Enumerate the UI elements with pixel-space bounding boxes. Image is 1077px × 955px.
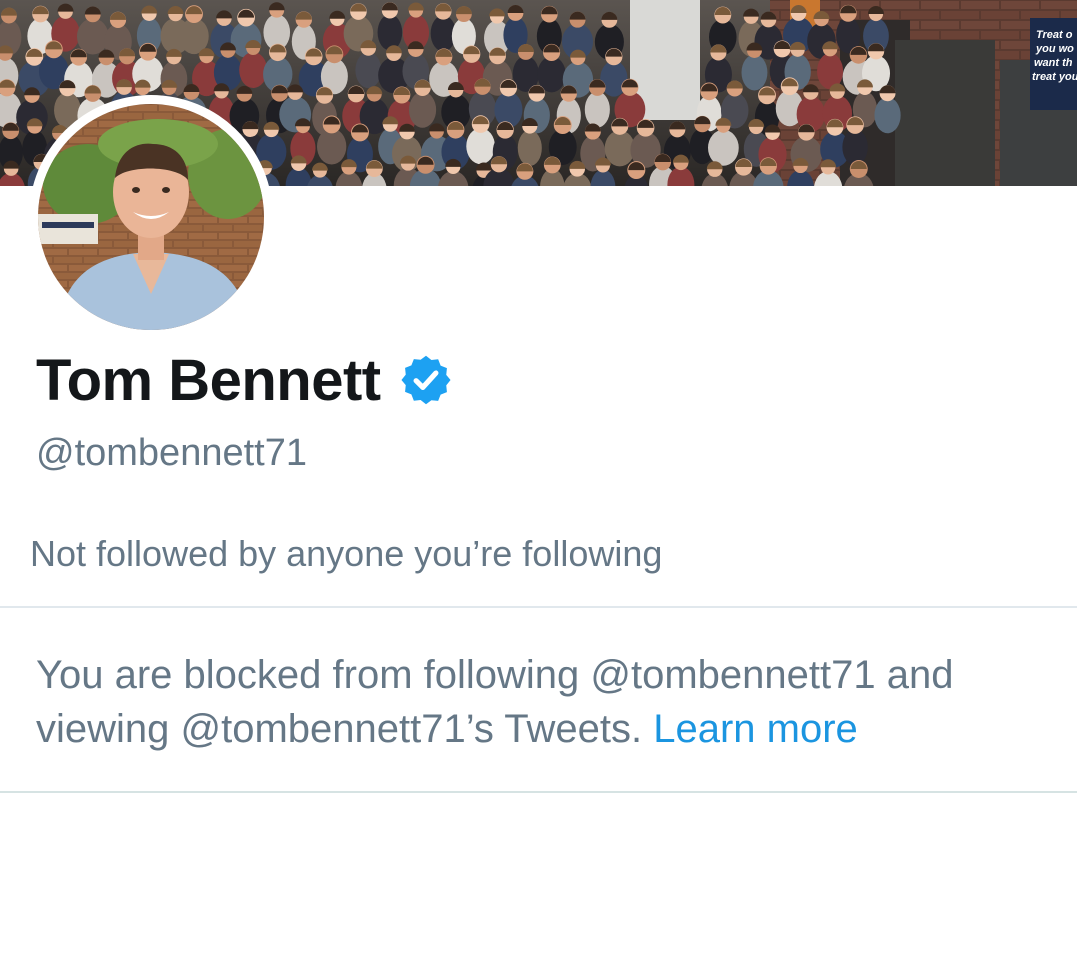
blocked-notice: You are blocked from following @tombenne… [36,648,1046,756]
banner-sign-line: treat you [1032,71,1077,83]
verified-badge-icon[interactable] [399,353,453,407]
banner-sign-line: you wo [1035,43,1074,55]
profile-handle: @tombennett71 [36,432,307,474]
banner-sign-line: Treat o [1036,29,1073,41]
banner-sign-line: want th [1034,57,1073,69]
profile-avatar[interactable] [29,95,273,339]
section-divider [0,791,1077,793]
profile-name-row: Tom Bennett [36,344,453,416]
section-divider [0,606,1077,608]
avatar-photo [38,104,264,330]
learn-more-link[interactable]: Learn more [653,707,858,751]
profile-display-name: Tom Bennett [36,347,381,413]
followers-you-know-text: Not followed by anyone you’re following [30,533,663,574]
